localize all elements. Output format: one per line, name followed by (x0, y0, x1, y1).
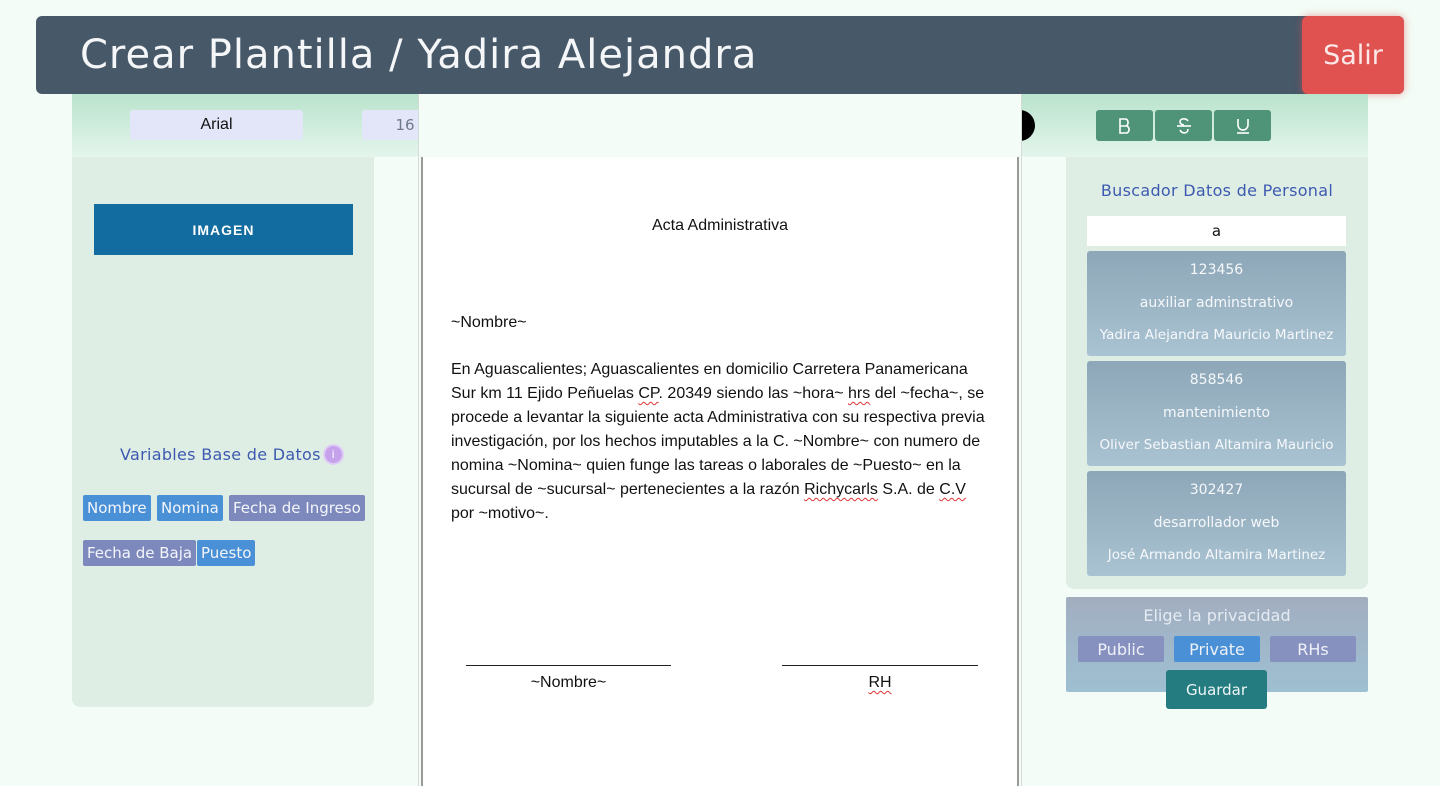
search-input[interactable] (1087, 216, 1346, 246)
underline-icon (1236, 118, 1249, 134)
search-panel: Buscador Datos de Personal 123456 auxili… (1066, 157, 1368, 589)
underline-button[interactable] (1214, 110, 1271, 141)
result-card[interactable]: 858546 mantenimiento Oliver Sebastian Al… (1087, 361, 1346, 466)
privacy-rhs-button[interactable]: RHs (1270, 636, 1356, 662)
document-title: Acta Administrativa (651, 217, 789, 234)
document-name-line: ~Nombre~ (451, 314, 527, 331)
page-title: Crear Plantilla / Yadira Alejandra (80, 32, 758, 78)
bold-button[interactable] (1096, 110, 1153, 141)
info-icon[interactable]: i (322, 444, 344, 465)
result-name: José Armando Altamira Martinez (1107, 547, 1326, 563)
signature-line-right (782, 665, 978, 666)
search-title: Buscador Datos de Personal (1100, 181, 1334, 200)
result-name: Yadira Alejandra Mauricio Martinez (1099, 327, 1334, 343)
variable-chip-fecha-baja[interactable]: Fecha de Baja (83, 540, 197, 566)
signature-label-right: RH (868, 674, 892, 691)
privacy-title: Elige la privacidad (1143, 606, 1291, 625)
document-body: En Aguascalientes; Aguascalientes en dom… (451, 361, 985, 522)
exit-button[interactable]: Salir (1302, 16, 1404, 94)
result-role: auxiliar adminstrativo (1139, 295, 1294, 311)
result-role: desarrollador web (1153, 515, 1280, 531)
strikethrough-icon (1176, 117, 1191, 134)
privacy-public-button[interactable]: Public (1078, 636, 1164, 662)
result-id: 123456 (1189, 262, 1244, 278)
result-id: 302427 (1189, 482, 1244, 498)
save-button[interactable]: Guardar (1166, 670, 1267, 709)
variable-chip-nomina[interactable]: Nomina (157, 495, 223, 521)
variables-title: Variables Base de Datos i (120, 444, 344, 465)
variable-chip-puesto[interactable]: Puesto (197, 540, 256, 566)
image-button[interactable]: IMAGEN (94, 204, 353, 255)
result-card[interactable]: 302427 desarrollador web José Armando Al… (1087, 471, 1346, 576)
result-name: Oliver Sebastian Altamira Mauricio (1099, 437, 1334, 453)
result-role: mantenimiento (1162, 405, 1271, 421)
strikethrough-button[interactable] (1155, 110, 1212, 141)
result-card[interactable]: 123456 auxiliar adminstrativo Yadira Ale… (1087, 251, 1346, 356)
variables-title-label: Variables Base de Datos (120, 445, 321, 464)
font-family-select[interactable]: Arial (130, 110, 303, 140)
left-panel: IMAGEN Variables Base de Datos i Nombre … (72, 157, 374, 707)
privacy-private-button[interactable]: Private (1174, 636, 1260, 662)
header-bar: Crear Plantilla / Yadira Alejandra Salir (36, 16, 1404, 94)
variable-chip-fecha-ingreso[interactable]: Fecha de Ingreso (229, 495, 365, 521)
variable-chip-nombre[interactable]: Nombre (83, 495, 151, 521)
bold-icon (1118, 117, 1130, 134)
signature-line-left (466, 665, 671, 666)
result-id: 858546 (1189, 372, 1244, 388)
document-page[interactable]: Acta Administrativa ~Nombre~ En Aguascal… (421, 157, 1019, 786)
signature-label-left: ~Nombre~ (530, 674, 607, 691)
